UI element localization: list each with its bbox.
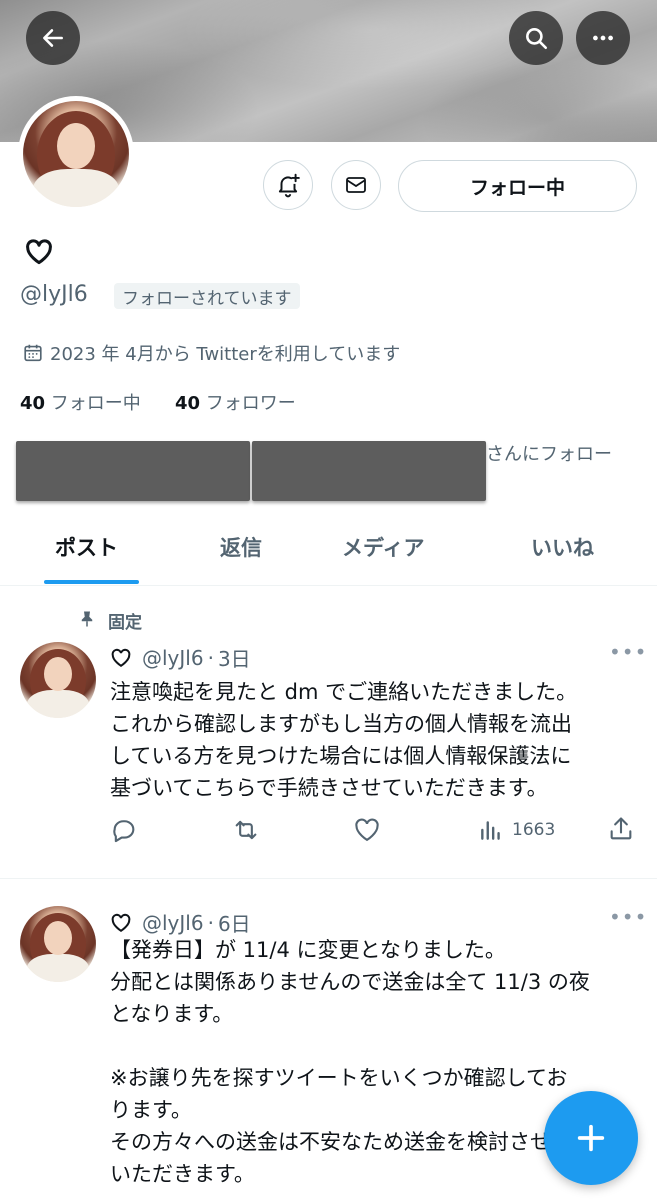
post-more-icon[interactable]: ••• <box>609 640 647 664</box>
joined-text: 2023 年 4月から Twitterを利用しています <box>50 344 401 365</box>
heart-outline-icon <box>26 239 52 265</box>
pinned-label: 固定 <box>108 613 142 633</box>
heart-outline-icon <box>111 913 131 932</box>
tab-replies[interactable]: 返信 <box>220 532 262 562</box>
views-icon <box>481 821 500 840</box>
mail-icon <box>346 177 366 193</box>
joined-date: 2023 年 4月から Twitterを利用しています <box>22 340 400 366</box>
post-header: @lyJl6 · 3日 <box>110 643 251 672</box>
message-button[interactable] <box>331 160 381 210</box>
post-avatar[interactable] <box>20 906 96 982</box>
views-count: 1663 <box>512 820 556 840</box>
post-text: 【発券日】が 11/4 に変更となりました。 分配とは関係ありませんので送金は全… <box>110 938 590 1186</box>
followers-count: 40 <box>175 393 201 414</box>
calendar-icon <box>24 344 42 362</box>
active-tab-indicator <box>44 580 139 584</box>
more-icon <box>593 35 613 41</box>
bell-plus-icon <box>278 173 300 198</box>
post-handle[interactable]: @lyJl6 <box>142 911 204 935</box>
compose-button[interactable] <box>544 1091 638 1185</box>
share-icon <box>610 817 632 840</box>
reply-icon <box>113 820 135 843</box>
search-icon <box>526 28 548 50</box>
pin-icon <box>81 611 93 627</box>
repost-icon <box>235 820 257 840</box>
followers-label: フォロワー <box>205 393 296 414</box>
post-more-icon[interactable]: ••• <box>609 905 647 929</box>
followed-by-text: さんにフォロー <box>486 444 612 465</box>
search-button[interactable] <box>509 11 563 65</box>
reply-button[interactable] <box>110 816 138 844</box>
redacted-block <box>16 441 250 501</box>
like-icon <box>355 818 379 842</box>
following-stat[interactable]: 40 フォロー中 <box>20 389 141 415</box>
post-time[interactable]: 3日 <box>218 643 251 672</box>
following-button[interactable]: フォロー中 <box>398 160 637 212</box>
post-text: 注意喚起を見たと dm でご連絡いただきました。 これから確認しますがもし当方の… <box>110 680 578 800</box>
tabs-divider <box>0 585 657 586</box>
views-button[interactable]: 1663 <box>478 816 555 844</box>
repost-button[interactable] <box>231 816 261 844</box>
back-button[interactable] <box>26 11 80 65</box>
tab-media[interactable]: メディア <box>342 532 425 562</box>
profile-avatar[interactable] <box>18 96 134 212</box>
profile-handle: @lyJl6 <box>20 282 88 307</box>
post-avatar[interactable] <box>20 642 96 718</box>
more-button[interactable] <box>576 11 630 65</box>
plus-icon <box>577 1124 605 1152</box>
like-button[interactable] <box>353 816 381 844</box>
back-arrow-icon <box>43 29 63 47</box>
notify-button[interactable] <box>263 160 313 210</box>
post-divider <box>0 878 657 879</box>
post-header: @lyJl6 · 6日 <box>110 908 251 937</box>
redacted-block <box>252 441 486 501</box>
follows-you-badge: フォローされています <box>114 283 300 309</box>
following-label: フォロー中 <box>50 393 141 414</box>
followers-stat[interactable]: 40 フォロワー <box>175 389 296 415</box>
following-count: 40 <box>20 393 46 414</box>
share-button[interactable] <box>607 815 635 843</box>
avatar-image <box>23 101 129 207</box>
post-time[interactable]: 6日 <box>218 908 251 937</box>
post-handle[interactable]: @lyJl6 <box>142 646 204 670</box>
heart-outline-icon <box>111 648 131 667</box>
tab-posts[interactable]: ポスト <box>55 532 118 562</box>
tab-likes[interactable]: いいね <box>531 532 594 562</box>
